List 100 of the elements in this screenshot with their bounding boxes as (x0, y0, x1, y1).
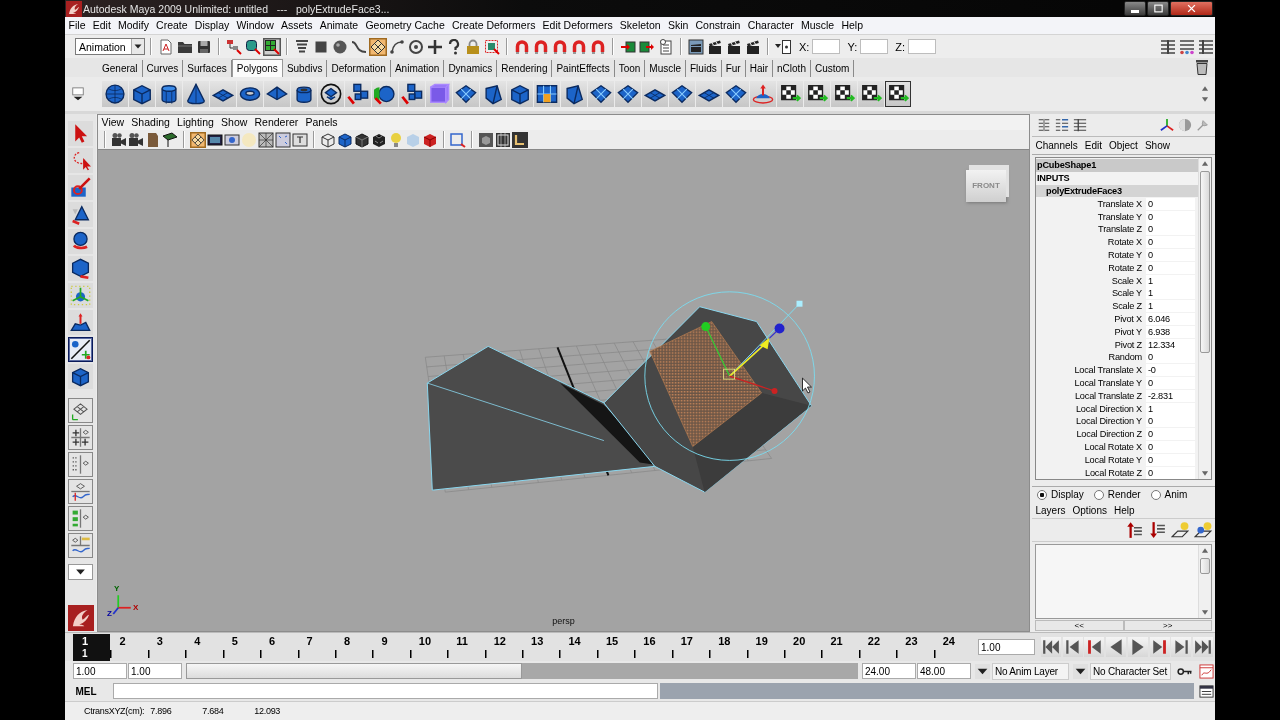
layer-mode-radio[interactable]: Anim (1150, 489, 1188, 500)
bookmark-icon[interactable] (145, 131, 161, 148)
camera-icon[interactable] (111, 131, 127, 148)
checker-icon[interactable] (885, 81, 911, 107)
end-time-field[interactable]: 48.00 (916, 663, 971, 679)
attribute-name[interactable]: Local Direction Z (1036, 429, 1142, 440)
attribute-value-field[interactable]: 0 (1146, 428, 1195, 441)
frame-grid-icon[interactable] (495, 131, 511, 148)
channel-menu-item[interactable]: Edit (1081, 138, 1106, 153)
curve-icon[interactable] (351, 38, 367, 55)
menu-set-dropdown[interactable]: Animation (75, 38, 145, 55)
selection-ring-icon[interactable] (318, 81, 344, 107)
attribute-name[interactable]: Translate X (1036, 198, 1142, 209)
start-time-field[interactable]: 1.00 (73, 663, 127, 679)
timeline-frame[interactable]: 1 1 (73, 633, 111, 661)
current-time-field[interactable]: 1.00 (978, 639, 1035, 655)
next-key-icon[interactable] (1149, 637, 1170, 657)
list-columns-icon[interactable] (1037, 118, 1051, 132)
save-icon[interactable] (196, 38, 212, 55)
checker-icon[interactable] (777, 81, 803, 107)
wireframe-cube-icon[interactable] (320, 131, 336, 148)
attribute-value-field[interactable]: 1 (1146, 402, 1195, 415)
object-arrow-icon[interactable] (245, 38, 261, 55)
cube-icon[interactable] (507, 81, 533, 107)
play-backward-icon[interactable] (1106, 637, 1127, 657)
cube-arrow-icon[interactable] (68, 256, 93, 281)
arrow-out-icon[interactable] (639, 38, 655, 55)
attribute-name[interactable]: Local Rotate X (1036, 441, 1142, 452)
layer-menu-item[interactable]: Layers (1032, 502, 1069, 518)
list-table-icon[interactable] (1073, 118, 1087, 132)
attribute-value-field[interactable]: 0 (1146, 248, 1195, 261)
axes-icon[interactable] (1160, 118, 1174, 132)
clapper-icon[interactable] (745, 38, 761, 55)
attribute-value-field[interactable]: 0 (1146, 261, 1195, 274)
attribute-value-field[interactable]: 0 (1146, 453, 1195, 466)
caret-box-icon[interactable] (775, 38, 791, 55)
tiles-icon[interactable] (669, 81, 695, 107)
panel-menu-item[interactable]: Show (217, 115, 251, 130)
close-button[interactable] (1170, 1, 1213, 16)
menu-item[interactable]: Window (232, 18, 278, 33)
attribute-value-field[interactable]: 0 (1146, 236, 1195, 249)
pager-button[interactable]: >> (1123, 620, 1212, 631)
scroll-down-icon[interactable] (1201, 470, 1209, 477)
menu-item[interactable]: Edit (89, 18, 115, 33)
ball-icon[interactable] (332, 38, 348, 55)
attribute-name[interactable]: Rotate X (1036, 237, 1142, 248)
list-table-icon[interactable] (1198, 38, 1214, 55)
scroll-up-icon[interactable] (1201, 85, 1209, 92)
extrude-icon[interactable] (750, 81, 776, 107)
tiles-icon[interactable] (723, 81, 749, 107)
attribute-value-field[interactable]: 0 (1146, 376, 1195, 389)
attribute-value-field[interactable]: 1 (1146, 300, 1195, 313)
layer-sphere-icon[interactable] (1194, 521, 1212, 539)
step-forward-icon[interactable] (1171, 637, 1192, 657)
coordinate-field[interactable] (812, 39, 841, 54)
attribute-value-field[interactable]: 0 (1146, 210, 1195, 223)
attribute-value-field[interactable]: 0 (1146, 415, 1195, 428)
menu-item[interactable]: Edit Deformers (539, 18, 617, 33)
channel-menu-item[interactable]: Show (1141, 138, 1174, 153)
menu-item[interactable]: Geometry Cache (361, 18, 449, 33)
help-icon[interactable] (446, 38, 462, 55)
lasso-icon[interactable] (68, 148, 93, 173)
cubes-icon[interactable] (399, 81, 425, 107)
sphere-icon[interactable] (102, 81, 128, 107)
layer-mode-radio[interactable]: Display (1037, 489, 1084, 500)
skip-start-icon[interactable] (1041, 637, 1061, 657)
panel-menu-item[interactable]: Panels (301, 115, 342, 130)
list-rows-icon[interactable] (1055, 118, 1069, 132)
wedge-icon[interactable] (480, 81, 506, 107)
layout-menu-icon[interactable] (68, 564, 93, 580)
attribute-name[interactable]: Local Translate Z (1036, 390, 1142, 401)
attribute-name[interactable]: Local Rotate Z (1036, 467, 1142, 478)
magnet-icon[interactable] (590, 38, 606, 55)
trash-icon[interactable] (1194, 59, 1210, 75)
pyramid-icon[interactable] (264, 81, 290, 107)
scroll-down-icon[interactable] (1201, 96, 1209, 103)
attribute-value-field[interactable]: 0 (1146, 466, 1195, 479)
scroll-thumb[interactable] (1200, 171, 1210, 353)
menu-item[interactable]: Animate (316, 18, 362, 33)
arrow-in-icon[interactable] (620, 38, 636, 55)
checker-icon[interactable] (858, 81, 884, 107)
pipe-icon[interactable] (291, 81, 317, 107)
shaded-cube-icon[interactable] (337, 131, 353, 148)
shelf-tab[interactable]: Polygons (231, 59, 283, 77)
split-list-icon[interactable] (68, 452, 93, 477)
attribute-name[interactable]: Pivot X (1036, 313, 1142, 324)
attribute-name[interactable]: Local Translate X (1036, 365, 1142, 376)
joint-icon[interactable] (512, 131, 528, 148)
coordinate-field[interactable] (908, 39, 936, 54)
plus-icon[interactable] (427, 38, 443, 55)
diamond-grid-icon[interactable] (369, 37, 387, 56)
minimize-button[interactable] (1124, 1, 1146, 16)
field-chart-icon[interactable] (275, 131, 291, 148)
clapper-icon[interactable] (707, 38, 723, 55)
textured-cube-icon[interactable] (371, 131, 387, 148)
lines-icon[interactable] (294, 38, 310, 55)
boxed-cube-icon[interactable] (478, 131, 494, 148)
image-plane-icon[interactable] (162, 131, 178, 148)
attribute-name[interactable]: Scale X (1036, 275, 1142, 286)
torus-icon[interactable] (237, 81, 263, 107)
